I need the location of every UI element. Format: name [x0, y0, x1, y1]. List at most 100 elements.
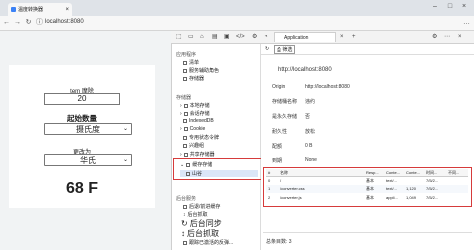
sidebar-item-storage[interactable]: 存储器 — [183, 75, 204, 82]
sidebar-item-trust-tokens[interactable]: 专用状态令牌 — [183, 134, 219, 141]
filter-input[interactable]: ⎙ 筛选 — [274, 45, 296, 54]
sidebar-item-shared-storage[interactable]: › 共享存储器 — [180, 151, 215, 159]
inspect-icon[interactable]: ⬚ — [176, 33, 182, 41]
sidebar-item-cache-storage[interactable]: ⌄ 缓存存储 — [180, 161, 213, 169]
row-name: / — [280, 178, 282, 183]
sidebar-item-bounce-tracking[interactable]: 跟踪已激活的反弹... — [183, 239, 233, 246]
sidebar-item-label: 跟踪已激活的反弹... — [189, 240, 234, 246]
filter-icon: ⎙ — [277, 47, 282, 53]
cache-details — [261, 55, 474, 250]
settings-icon[interactable]: ⚙ — [432, 33, 437, 41]
elements-icon[interactable]: ▤ — [212, 33, 218, 41]
table-row[interactable]: 2 /converter.js 基本 appli... 1,049 7/5/2.… — [266, 194, 468, 202]
add-tab-icon[interactable]: + — [352, 33, 356, 41]
close-icon[interactable]: × — [340, 33, 344, 41]
sidebar-item-bfcache[interactable]: 后退/前进缓存 — [183, 203, 220, 210]
table-row[interactable]: 1 /converter.css 基本 text/... 1,120 7/5/2… — [266, 185, 468, 193]
filter-label: 筛选 — [282, 47, 293, 53]
forward-icon[interactable]: → — [13, 17, 22, 28]
chevron-right-icon: › — [180, 151, 182, 158]
chevron-down-icon: ⌄ — [180, 161, 185, 168]
database-icon — [183, 152, 188, 157]
sidebar-item-manifest[interactable]: 清单 — [183, 59, 199, 66]
back-icon[interactable]: ← — [2, 17, 11, 28]
database-icon — [183, 240, 187, 245]
table-header: # 名称 Resp... Conte... Conte... 时间... 不同.… — [266, 169, 468, 177]
close-devtools-icon[interactable]: × — [458, 33, 462, 41]
row-content-type: appli... — [386, 195, 398, 200]
sidebar-item-label: Cookie — [189, 126, 206, 132]
device-icon[interactable]: ▭ — [188, 33, 194, 41]
origin-label: Origin — [272, 84, 286, 90]
row-num: 2 — [268, 195, 271, 200]
gear-icon — [183, 68, 187, 73]
column-header-response: Resp... — [366, 170, 379, 175]
fetch-icon: ↕ — [181, 229, 185, 238]
database-icon — [183, 76, 187, 81]
sidebar-item-interest-groups[interactable]: 兴趣组 — [183, 142, 204, 149]
row-content-type: text/... — [386, 178, 397, 183]
row-name: /converter.js — [280, 195, 302, 200]
tab-application[interactable]: Application — [274, 32, 336, 42]
sidebar-item-indexeddb[interactable]: IndexedDB — [183, 118, 214, 124]
minimize-icon[interactable]: – — [430, 2, 440, 12]
column-header-num: # — [268, 170, 271, 175]
more-icon[interactable]: ⋯ — [444, 33, 450, 41]
persistent-label: 是永久存储 — [272, 114, 298, 120]
quota-label: 配额 — [272, 144, 283, 150]
divider — [263, 232, 472, 233]
quota-value: 0 B — [305, 143, 313, 149]
sidebar-item-cookies[interactable]: › Cookie — [180, 126, 205, 132]
sidebar-item-background-fetch[interactable]: ↕ 后台抓取 — [183, 211, 208, 219]
sidebar-item-label: 山谷 — [192, 171, 203, 177]
row-name: /converter.css — [280, 186, 305, 191]
sidebar-item-label: 缓存存储 — [192, 162, 213, 168]
table-row[interactable]: 0 / 基本 text/... 7/5/2... — [266, 177, 468, 185]
sidebar-item-label: 服务辅助角色 — [189, 68, 220, 74]
sidebar-item-session-storage[interactable]: › 会话存储 — [180, 110, 210, 118]
close-tab-icon[interactable]: × — [65, 7, 69, 13]
chevron-right-icon: › — [180, 126, 182, 132]
sidebar-item-label: 专用状态令牌 — [189, 135, 220, 141]
browser-tab[interactable]: 温度转换器 × — [8, 3, 72, 16]
storage-section-header: 存储器 — [176, 95, 192, 101]
persistent-value: 否 — [305, 114, 311, 120]
row-num: 0 — [268, 178, 271, 183]
row-content-type: text/... — [386, 186, 397, 191]
sources-icon[interactable]: </> — [236, 33, 245, 41]
performance-icon[interactable]: ◔ — [264, 33, 268, 41]
from-unit-value: 摄氏度 — [76, 124, 100, 134]
durability-label: 耐久性 — [272, 129, 288, 135]
chevron-right-icon: › — [180, 102, 182, 109]
sidebar-item-label: 本地存储 — [189, 103, 210, 109]
refresh-icon[interactable]: ↻ — [265, 46, 269, 52]
address-bar[interactable]: localhost:8080 — [45, 18, 215, 27]
sync-icon: ↻ — [181, 219, 188, 228]
row-response: 基本 — [366, 195, 374, 200]
sidebar-item-label: 会话存储 — [189, 111, 210, 117]
console-icon[interactable]: ▣ — [224, 33, 230, 41]
database-icon — [183, 119, 187, 123]
network-icon[interactable]: ⚙ — [252, 33, 257, 41]
home-icon[interactable]: ⌂ — [200, 33, 204, 41]
row-content-length: 1,120 — [406, 186, 417, 191]
database-icon — [186, 162, 191, 167]
sidebar-item-service-worker[interactable]: 服务辅助角色 — [183, 67, 219, 74]
refresh-icon[interactable]: ↻ — [24, 17, 33, 28]
to-unit-select[interactable]: 华氏 ⌄ — [44, 154, 132, 166]
close-window-icon[interactable]: × — [459, 2, 469, 12]
temperature-input[interactable]: 20 — [44, 93, 120, 105]
from-unit-select[interactable]: 摄氏度 ⌄ — [44, 123, 132, 135]
sidebar-item-local-storage[interactable]: › 本地存储 — [180, 102, 210, 110]
total-entries: 总条目数: 3 — [266, 239, 292, 245]
maximize-icon[interactable]: □ — [445, 2, 455, 12]
info-icon[interactable]: ⓘ — [35, 17, 44, 28]
more-icon[interactable]: … — [462, 17, 471, 28]
column-header-name: 名称 — [280, 170, 288, 175]
sidebar-item-background-fetch-large[interactable]: ↕ 后台抓取 — [181, 228, 219, 239]
row-response: 基本 — [366, 178, 374, 183]
sidebar-item-cache-entry[interactable]: 山谷 — [180, 170, 258, 177]
row-content-length: 1,049 — [406, 195, 417, 200]
column-header-content-length: Conte... — [406, 170, 421, 175]
converter-card: tem 摩除 20 起始数量 摄氏度 ⌄ 更改为 华氏 ⌄ 68 F — [9, 65, 155, 208]
